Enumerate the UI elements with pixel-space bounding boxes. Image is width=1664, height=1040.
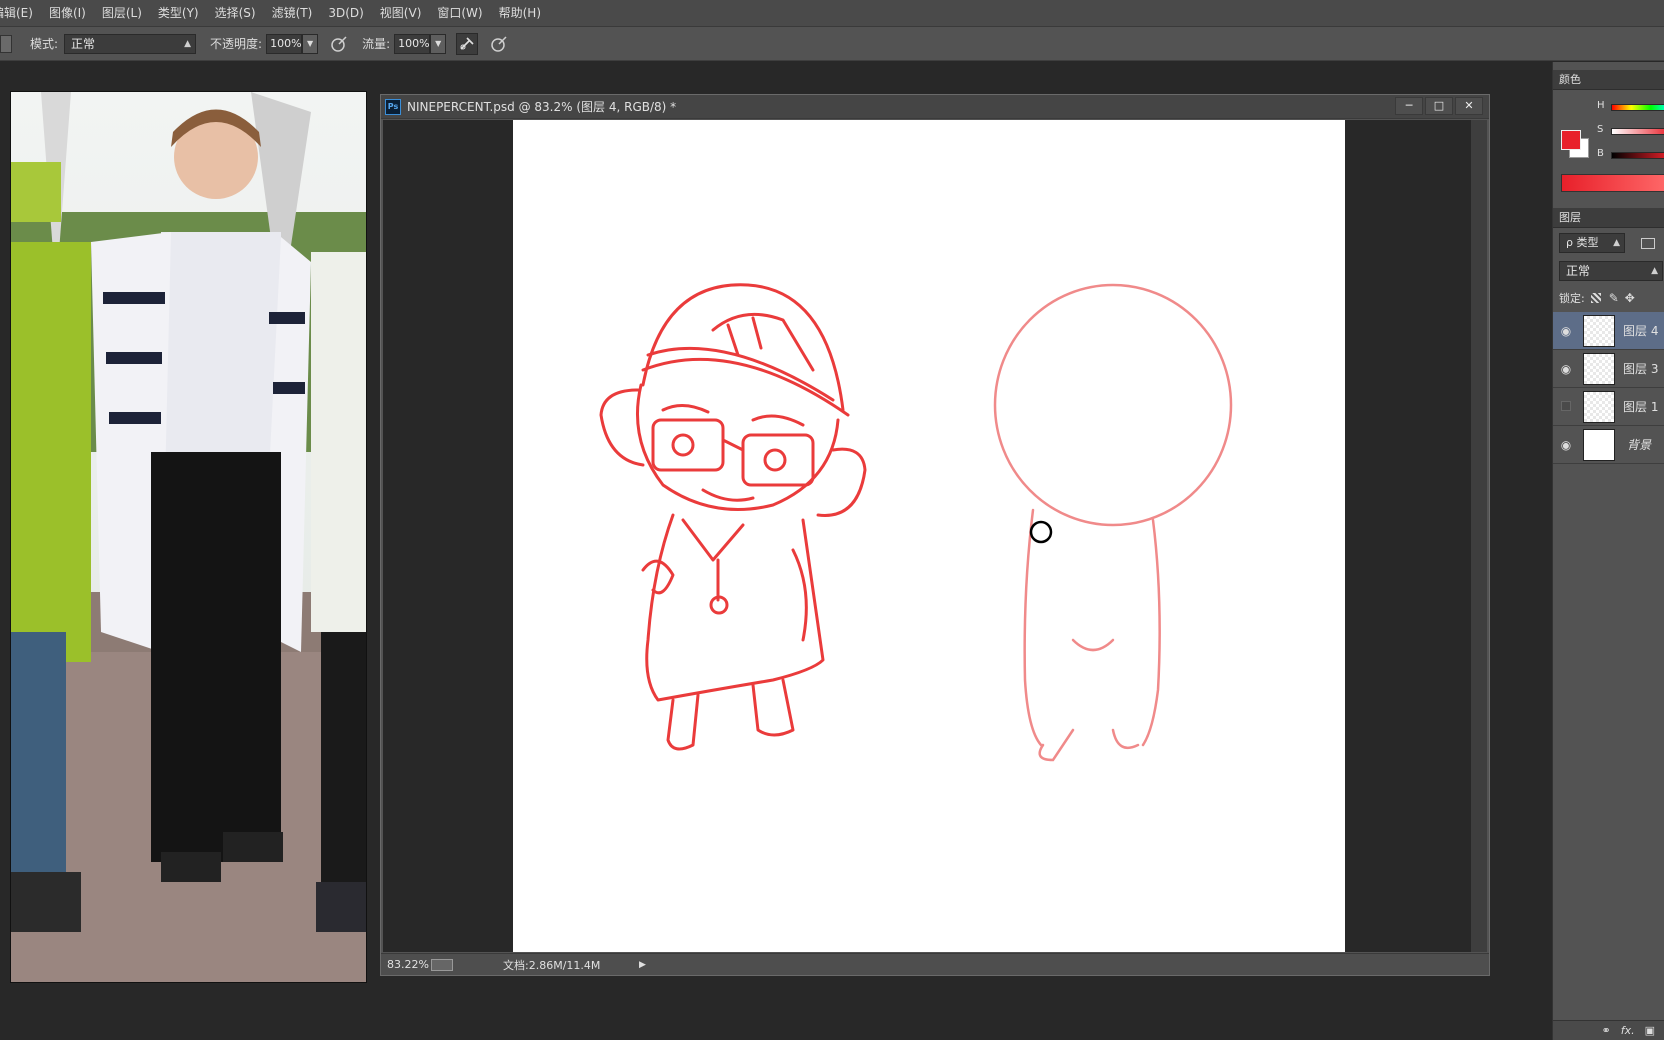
layer-name: 图层 1	[1623, 400, 1659, 414]
lock-move-icon[interactable]: ✥	[1625, 291, 1635, 305]
layer-name: 背景	[1627, 438, 1652, 452]
image-filter-icon[interactable]	[1641, 238, 1655, 249]
mode-select[interactable]: 正常 ▲︎	[64, 33, 197, 54]
layer-thumbnail	[1583, 390, 1615, 423]
minimize-button[interactable]: ─	[1395, 97, 1423, 115]
layer-name: 图层 4	[1623, 324, 1659, 338]
maximize-icon: □	[1433, 99, 1445, 112]
brightness-label: B	[1597, 148, 1604, 159]
opacity-label: 不透明度:	[210, 37, 263, 51]
flow-input[interactable]: 100%	[394, 33, 431, 54]
menu-window[interactable]: 窗口(W)	[429, 0, 490, 27]
layer-thumbnail	[1583, 352, 1615, 385]
menu-layer[interactable]: 图层(L)	[94, 0, 150, 27]
layer-row-1[interactable]: 图层 1	[1553, 388, 1664, 426]
right-panels: 颜色 H S B 图层 ρ 类型 ▲︎ 正常 ▲︎ 锁定: ✎ ✥ ◉ 图层 4…	[1552, 62, 1664, 1040]
lock-transparent-icon[interactable]	[1590, 293, 1601, 303]
pen-pressure-icon	[331, 35, 347, 52]
hidden-visibility-box[interactable]	[1553, 400, 1579, 414]
canvas[interactable]	[513, 120, 1345, 952]
document-viewport[interactable]	[383, 120, 1471, 952]
blend-mode-row: 正常 ▲︎	[1553, 258, 1664, 284]
fx-icon[interactable]: fx.	[1621, 1024, 1635, 1037]
updown-arrow-icon: ▲︎	[184, 38, 192, 49]
pen-pressure-size-icon	[491, 35, 507, 52]
menu-filter[interactable]: 滤镜(T)	[264, 0, 321, 27]
lock-label: 锁定:	[1559, 292, 1585, 305]
color-ramp[interactable]	[1561, 174, 1664, 192]
doc-size: 文档:2.86M/11.4M	[503, 958, 601, 972]
mode-select-value: 正常	[71, 36, 96, 51]
menu-3d[interactable]: 3D(D)	[320, 0, 371, 27]
brightness-slider[interactable]	[1611, 152, 1664, 159]
pressure-opacity-button[interactable]	[328, 33, 350, 55]
saturation-slider[interactable]	[1611, 128, 1664, 135]
saturation-label: S	[1597, 124, 1604, 135]
eye-icon[interactable]: ◉	[1553, 324, 1579, 338]
layer-row-background[interactable]: ◉ 背景	[1553, 426, 1664, 464]
menu-type[interactable]: 类型(Y)	[150, 0, 207, 27]
document-title-bar[interactable]: Ps NINEPERCENT.psd @ 83.2% (图层 4, RGB/8)…	[381, 95, 1489, 119]
zoom-level[interactable]: 83.22%	[387, 958, 431, 971]
add-mask-icon[interactable]: ▣	[1645, 1024, 1655, 1037]
updown-arrow-icon: ▲︎	[1651, 266, 1658, 276]
minimize-icon: ─	[1405, 99, 1413, 112]
layer-filter-value: ρ 类型	[1566, 236, 1599, 249]
eye-icon[interactable]: ◉	[1553, 438, 1579, 452]
color-panel-tab[interactable]: 颜色	[1553, 70, 1664, 90]
layer-row-4[interactable]: ◉ 图层 4	[1553, 312, 1664, 350]
menu-view[interactable]: 视图(V)	[372, 0, 430, 27]
status-menu-arrow-icon[interactable]: ▶	[639, 960, 646, 970]
layer-name: 图层 3	[1623, 362, 1659, 376]
layer-row-3[interactable]: ◉ 图层 3	[1553, 350, 1664, 388]
photoshop-icon: Ps	[385, 98, 401, 115]
hue-slider[interactable]	[1611, 104, 1664, 111]
reference-photo	[10, 91, 367, 983]
maximize-button[interactable]: □	[1425, 97, 1453, 115]
opacity-dropdown-button[interactable]: ▼	[302, 33, 319, 54]
hue-label: H	[1597, 100, 1605, 111]
blend-mode-select[interactable]: 正常 ▲︎	[1559, 261, 1663, 281]
layers-panel-footer: ⚭ fx. ▣	[1553, 1020, 1664, 1040]
menu-image[interactable]: 图像(I)	[41, 0, 94, 27]
document-title: NINEPERCENT.psd @ 83.2% (图层 4, RGB/8) *	[407, 100, 677, 114]
reference-photo-image	[11, 92, 366, 982]
layer-thumbnail	[1583, 314, 1615, 347]
flow-dropdown-button[interactable]: ▼	[430, 33, 447, 54]
opacity-input[interactable]: 100%	[266, 33, 303, 54]
pressure-size-button[interactable]	[488, 33, 510, 55]
layers-list: ◉ 图层 4 ◉ 图层 3 图层 1 ◉ 背景	[1553, 312, 1664, 472]
close-icon: ✕	[1464, 99, 1474, 112]
lock-row: 锁定: ✎ ✥	[1553, 284, 1664, 312]
layer-filter-select[interactable]: ρ 类型 ▲︎	[1559, 233, 1625, 253]
menu-select[interactable]: 选择(S)	[207, 0, 264, 27]
airbrush-button[interactable]	[456, 32, 479, 55]
flow-label: 流量:	[362, 37, 391, 51]
soft-proof-icon[interactable]	[431, 958, 453, 971]
document-window: Ps NINEPERCENT.psd @ 83.2% (图层 4, RGB/8)…	[380, 94, 1490, 976]
link-icon[interactable]: ⚭	[1601, 1024, 1610, 1037]
options-bar: 模式: 正常 ▲︎ 不透明度: 100% ▼ 流量: 100% ▼	[0, 27, 1664, 61]
blend-mode-value: 正常	[1566, 264, 1591, 278]
lock-brush-icon[interactable]: ✎	[1609, 291, 1619, 305]
menu-help[interactable]: 帮助(H)	[491, 0, 549, 27]
status-bar: 83.22% 文档:2.86M/11.4M ▶	[381, 953, 1489, 975]
color-panel: H S B	[1553, 90, 1664, 200]
menu-edit[interactable]: 编辑(E)	[0, 0, 41, 27]
menu-bar: 编辑(E) 图像(I) 图层(L) 类型(Y) 选择(S) 滤镜(T) 3D(D…	[0, 0, 1664, 27]
airbrush-icon	[460, 36, 474, 50]
layers-filter-row: ρ 类型 ▲︎	[1553, 228, 1664, 258]
foreground-color-swatch[interactable]	[1561, 130, 1581, 150]
sketch-drawing[interactable]	[513, 120, 1345, 952]
eye-icon[interactable]: ◉	[1553, 362, 1579, 376]
vertical-scrollbar[interactable]	[1471, 120, 1487, 952]
close-button[interactable]: ✕	[1455, 97, 1483, 115]
brush-panel-toggle-icon[interactable]	[0, 34, 12, 53]
updown-arrow-icon: ▲︎	[1613, 238, 1620, 248]
mode-label: 模式:	[30, 37, 59, 51]
layer-thumbnail	[1583, 428, 1615, 461]
brush-cursor	[1029, 520, 1053, 544]
layers-panel-tab[interactable]: 图层	[1553, 208, 1664, 228]
